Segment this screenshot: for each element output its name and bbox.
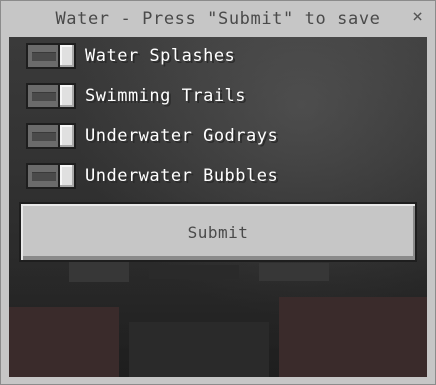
background-terrain <box>129 322 269 377</box>
submit-button[interactable]: Submit <box>19 202 417 262</box>
toggle-knob <box>58 163 76 189</box>
toggle-label: Water Splashes <box>85 46 236 66</box>
toggle-track <box>32 132 56 141</box>
submit-button-label: Submit <box>187 222 249 242</box>
background-terrain <box>149 265 239 279</box>
toggle-swimming-trails[interactable]: Swimming Trails <box>26 81 406 111</box>
toggle-track <box>32 172 56 181</box>
toggle-label: Underwater Bubbles <box>85 166 279 186</box>
toggle-knob <box>58 123 76 149</box>
toggle-knob <box>58 83 76 109</box>
close-icon[interactable]: × <box>412 7 423 27</box>
toggle-track <box>32 52 56 61</box>
background-terrain <box>9 307 119 377</box>
toggle-water-splashes[interactable]: Water Splashes <box>26 41 406 71</box>
toggle-switch[interactable] <box>26 123 76 149</box>
settings-dialog: Water - Press "Submit" to save × Water S… <box>0 0 436 385</box>
toggle-knob <box>58 43 76 69</box>
content-panel: Water Splashes Swimming Trails Underwate… <box>9 37 427 377</box>
toggle-switch[interactable] <box>26 163 76 189</box>
background-terrain <box>69 262 129 282</box>
title-bar: Water - Press "Submit" to save × <box>1 1 435 37</box>
toggle-track <box>32 92 56 101</box>
background-terrain <box>259 263 329 281</box>
toggle-label: Swimming Trails <box>85 86 247 106</box>
toggle-switch[interactable] <box>26 43 76 69</box>
dialog-title: Water - Press "Submit" to save <box>55 9 381 29</box>
background-terrain <box>279 297 427 377</box>
toggle-switch[interactable] <box>26 83 76 109</box>
toggle-underwater-godrays[interactable]: Underwater Godrays <box>26 121 406 151</box>
toggle-underwater-bubbles[interactable]: Underwater Bubbles <box>26 161 406 191</box>
toggle-label: Underwater Godrays <box>85 126 279 146</box>
